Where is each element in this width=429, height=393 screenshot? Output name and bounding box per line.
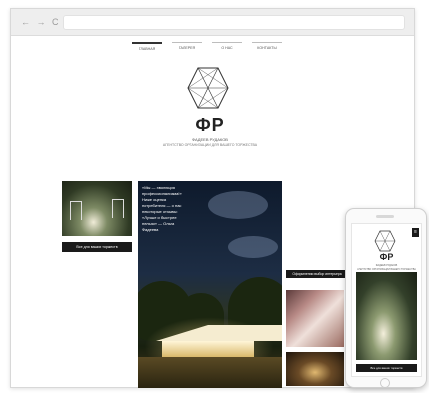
phone-brand-title: ФР (379, 252, 394, 262)
nav-item-about[interactable]: о нас (212, 42, 242, 51)
chair-shape (112, 199, 124, 218)
tent-body (162, 341, 254, 357)
phone-wedding-image[interactable] (356, 272, 417, 360)
site-navigation: главная галерея о нас контакты (132, 42, 282, 51)
cloud-shape (208, 191, 268, 219)
nav-item-contacts[interactable]: контакты (252, 42, 282, 51)
phone-mockup: ≡ ФР ФАДЕЕВ РУДАКОВ АГЕНТСТВО ОРГАНИЗАЦИ… (345, 208, 427, 388)
address-bar[interactable] (63, 15, 405, 30)
events-button[interactable]: Все для ваших торжеств (62, 242, 132, 252)
phone-brand-tagline: ФАДЕЕВ РУДАКОВ АГЕНТСТВО ОРГАНИЗАЦИИ ВАШ… (354, 264, 419, 271)
cloud-shape (228, 236, 278, 258)
lawn (138, 357, 282, 388)
phone-screen: ≡ ФР ФАДЕЕВ РУДАКОВ АГЕНТСТВО ОРГАНИЗАЦИ… (351, 223, 422, 377)
interior-label[interactable]: Оформлении выбор интерьера (286, 270, 348, 278)
nav-item-gallery[interactable]: галерея (172, 42, 202, 51)
evening-thumbnail-image[interactable] (286, 352, 344, 386)
brand-tagline: АГЕНТСТВО ОРГАНИЗАЦИИ ДЛЯ ВАШЕГО ТОРЖЕСТ… (162, 143, 258, 147)
home-button-icon[interactable] (380, 378, 390, 388)
nav-item-home[interactable]: главная (132, 42, 162, 51)
browser-toolbar: ← → C (11, 9, 414, 36)
brand-title: ФР (195, 115, 225, 135)
phone-events-button[interactable]: Все для ваших торжеств (356, 364, 417, 372)
phone-speaker (376, 215, 394, 218)
logo-icon (187, 67, 229, 109)
phone-subtitle: ФАДЕЕВ РУДАКОВ (375, 264, 398, 267)
wedding-thumbnail-image[interactable] (62, 181, 132, 236)
banquet-thumbnail-image[interactable] (286, 290, 344, 347)
browser-nav-buttons[interactable]: ← → C (21, 17, 61, 27)
tent-roof (156, 325, 282, 341)
testimonial-quote: «Мы — эволюция профессионализма!» Ниже о… (142, 185, 182, 232)
chair-shape (70, 201, 82, 220)
menu-icon[interactable]: ≡ (412, 228, 419, 237)
phone-tagline: АГЕНТСТВО ОРГАНИЗАЦИИ ВАШЕГО ТОРЖЕСТВА (357, 267, 416, 271)
logo-icon (374, 230, 396, 252)
brand-subtitle: ФАДЕЕВ РУДАКОВ (192, 137, 228, 142)
